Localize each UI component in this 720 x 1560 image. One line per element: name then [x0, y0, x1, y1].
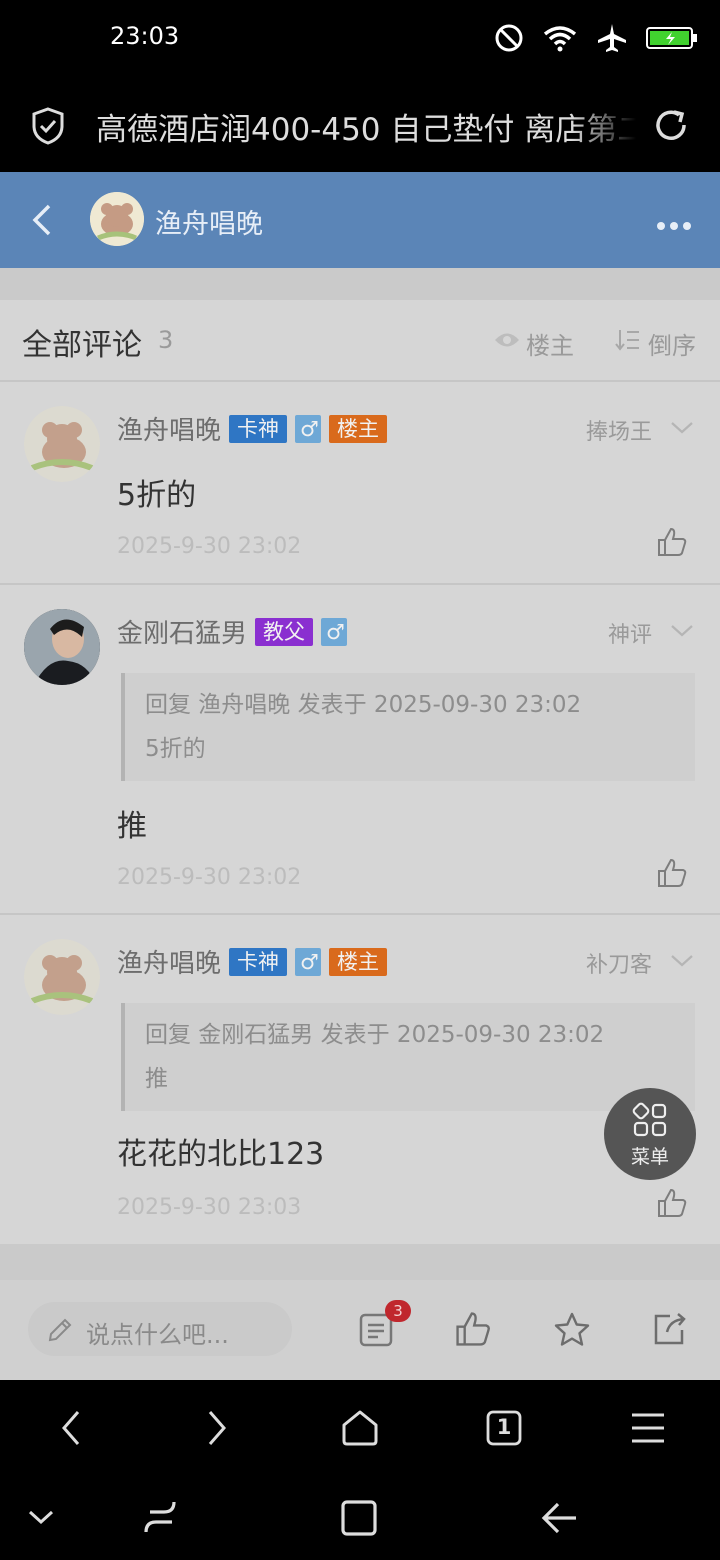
status-bar: 23:03	[0, 0, 720, 80]
browser-nav-bar: 1	[0, 1380, 720, 1476]
comment-user-row: 渔舟唱晚 卡神 ♂ 楼主	[117, 410, 388, 447]
airplane-icon	[596, 22, 628, 58]
pencil-icon	[46, 1316, 74, 1348]
filter-op-only[interactable]: 楼主	[526, 326, 574, 361]
like-icon[interactable]	[656, 526, 688, 562]
quoted-reply: 回复 金刚石猛男 发表于 2025-09-30 23:02 推	[121, 1003, 695, 1111]
grid-menu-icon	[632, 1102, 668, 1142]
comment-username[interactable]: 渔舟唱晚	[117, 943, 221, 980]
eye-icon[interactable]	[493, 330, 521, 354]
comment-user-row: 渔舟唱晚 卡神 ♂ 楼主	[117, 943, 388, 980]
male-icon: ♂	[321, 617, 348, 646]
comment-rank: 补刀客	[585, 953, 652, 978]
do-not-disturb-icon	[494, 23, 524, 57]
like-icon[interactable]	[454, 1310, 492, 1352]
menu-label: 菜单	[630, 1146, 669, 1168]
more-options-icon[interactable]	[656, 216, 696, 235]
comment-input-placeholder: 说点什么吧...	[86, 1321, 229, 1349]
quote-header: 回复 渔舟唱晚 发表于 2025-09-30 23:02	[145, 692, 582, 718]
comment-item: 金刚石猛男 教父 ♂ 神评 回复 渔舟唱晚 发表于 2025-09-30 23:…	[0, 585, 720, 913]
comment-rank: 神评	[607, 623, 652, 648]
badge-op: 楼主	[329, 414, 388, 443]
status-icons	[494, 20, 698, 60]
comment-avatar[interactable]	[24, 609, 100, 685]
quote-text: 5折的	[145, 736, 206, 762]
comments-area: 全部评论 3 楼主 倒序 渔舟唱晚 卡神 ♂ 楼主 捧场王 5折的 2025-9…	[0, 268, 720, 1380]
header-avatar[interactable]	[90, 192, 144, 246]
badge-godfather: 教父	[255, 617, 314, 646]
section-separator	[0, 1244, 720, 1280]
comment-input-bar: 说点什么吧... 3	[0, 1280, 720, 1380]
comment-text: 5折的	[117, 478, 197, 513]
browser-back-icon[interactable]	[58, 1408, 86, 1452]
badge-op: 楼主	[329, 947, 388, 976]
like-icon[interactable]	[656, 857, 688, 893]
browser-forward-icon[interactable]	[202, 1408, 230, 1452]
comment-avatar[interactable]	[24, 939, 100, 1015]
system-back-icon[interactable]	[540, 1500, 578, 1540]
comments-count: 3	[158, 326, 174, 354]
header-author-name[interactable]: 渔舟唱晚	[155, 202, 263, 241]
status-clock: 23:03	[110, 22, 180, 50]
badge-card-god: 卡神	[229, 947, 288, 976]
comment-time: 2025-9-30 23:02	[117, 865, 302, 890]
comment-text: 花花的北比123	[117, 1137, 325, 1172]
tab-count: 1	[496, 1415, 512, 1439]
male-icon: ♂	[295, 414, 322, 443]
quote-text: 推	[145, 1066, 168, 1092]
share-icon[interactable]	[650, 1310, 688, 1352]
back-icon[interactable]	[30, 202, 54, 242]
home-icon[interactable]	[340, 1408, 380, 1452]
battery-icon	[646, 26, 698, 54]
badge-card-god: 卡神	[229, 414, 288, 443]
chevron-down-icon[interactable]	[670, 953, 694, 972]
sort-order-toggle[interactable]: 倒序	[648, 326, 696, 361]
section-separator	[0, 268, 720, 300]
system-nav-bar	[0, 1476, 720, 1560]
recent-apps-icon[interactable]	[142, 1498, 178, 1542]
floating-menu-button[interactable]: 菜单	[604, 1088, 696, 1180]
comment-item: 渔舟唱晚 卡神 ♂ 楼主 捧场王 5折的 2025-9-30 23:02	[0, 382, 720, 582]
like-icon[interactable]	[656, 1187, 688, 1223]
refresh-icon[interactable]	[652, 106, 690, 148]
comment-time: 2025-9-30 23:02	[117, 534, 302, 559]
chevron-down-icon[interactable]	[670, 420, 694, 439]
quoted-reply: 回复 渔舟唱晚 发表于 2025-09-30 23:02 5折的	[121, 673, 695, 781]
chevron-down-icon[interactable]	[670, 623, 694, 642]
comment-input[interactable]: 说点什么吧...	[28, 1302, 292, 1356]
comment-username[interactable]: 金刚石猛男	[117, 613, 247, 650]
comment-count-badge: 3	[385, 1300, 411, 1322]
post-header: 渔舟唱晚	[0, 172, 720, 268]
comment-text: 推	[117, 809, 147, 844]
home-square-icon[interactable]	[340, 1498, 378, 1542]
page-title[interactable]: 高德酒店润400-450 自己垫付 离店第二	[96, 104, 636, 149]
comments-title: 全部评论	[22, 328, 142, 363]
browser-url-bar: 高德酒店润400-450 自己垫付 离店第二	[0, 80, 720, 172]
shield-check-icon[interactable]	[30, 106, 66, 150]
collapse-chevron-icon[interactable]	[28, 1508, 54, 1530]
quote-header: 回复 金刚石猛男 发表于 2025-09-30 23:02	[145, 1022, 605, 1048]
sort-icon[interactable]	[615, 328, 641, 356]
browser-menu-icon[interactable]	[630, 1412, 666, 1448]
comment-rank: 捧场王	[585, 420, 652, 445]
comment-avatar[interactable]	[24, 406, 100, 482]
comment-username[interactable]: 渔舟唱晚	[117, 410, 221, 447]
comment-time: 2025-9-30 23:03	[117, 1195, 302, 1220]
wifi-icon	[542, 23, 578, 57]
comment-item: 渔舟唱晚 卡神 ♂ 楼主 补刀客 回复 金刚石猛男 发表于 2025-09-30…	[0, 915, 720, 1243]
male-icon: ♂	[295, 947, 322, 976]
comment-user-row: 金刚石猛男 教父 ♂	[117, 613, 348, 650]
star-icon[interactable]	[552, 1310, 592, 1354]
